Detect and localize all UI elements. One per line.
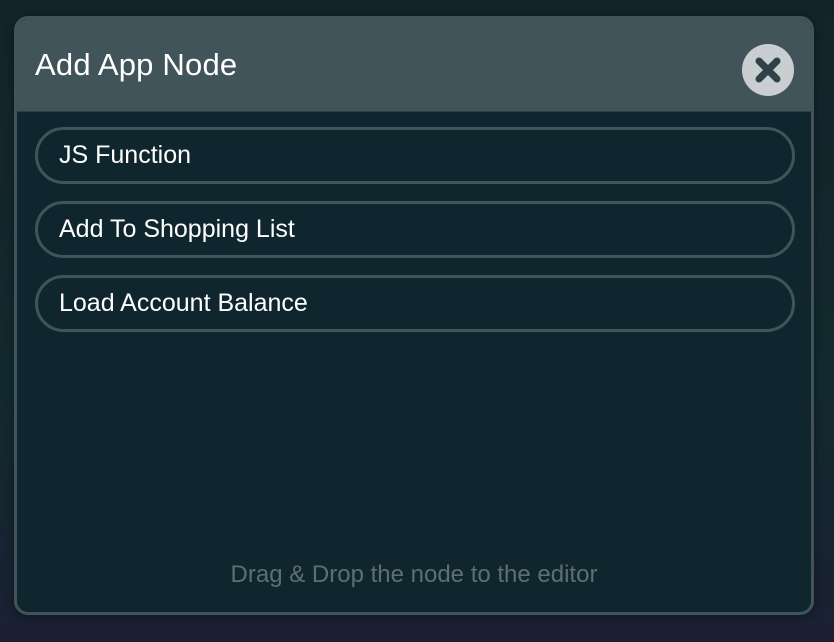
node-item-load-account-balance[interactable]: Load Account Balance: [35, 275, 795, 332]
node-item-label: JS Function: [59, 141, 192, 169]
dialog-title: Add App Node: [35, 47, 238, 82]
node-item-label: Load Account Balance: [59, 289, 308, 317]
dialog-header: Add App Node: [17, 19, 811, 112]
node-item-js-function[interactable]: JS Function: [35, 127, 795, 184]
node-item-add-to-shopping-list[interactable]: Add To Shopping List: [35, 201, 795, 258]
node-list: JS Function Add To Shopping List Load Ac…: [35, 127, 795, 349]
node-item-label: Add To Shopping List: [59, 215, 295, 243]
close-button[interactable]: [742, 44, 794, 96]
add-app-node-dialog: Add App Node JS Function Add To Shopping…: [14, 16, 814, 615]
drag-drop-hint: Drag & Drop the node to the editor: [230, 561, 598, 588]
close-icon: [755, 57, 781, 83]
